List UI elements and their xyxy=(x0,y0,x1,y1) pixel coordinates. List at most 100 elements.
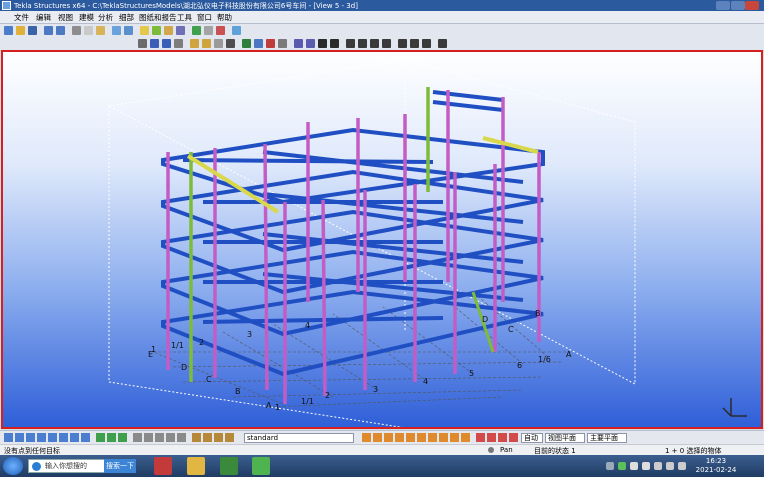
view-icon[interactable] xyxy=(112,26,121,35)
catalog-icon[interactable] xyxy=(306,39,315,48)
contour-plate-icon[interactable] xyxy=(174,39,183,48)
menu-model[interactable]: 建模 xyxy=(79,12,94,23)
undo-icon[interactable] xyxy=(44,26,53,35)
taskbar-clock[interactable]: 16:23 2021-02-24 xyxy=(694,457,738,475)
menu-analysis[interactable]: 分析 xyxy=(98,12,113,23)
snap-geometry-icon[interactable] xyxy=(373,433,382,442)
app-tekla-icon[interactable] xyxy=(154,457,172,475)
new-model-icon[interactable] xyxy=(4,26,13,35)
light-icon[interactable] xyxy=(140,26,149,35)
menu-window[interactable]: 窗口 xyxy=(197,12,212,23)
line-icon[interactable] xyxy=(330,39,339,48)
select-all-icon[interactable] xyxy=(4,433,13,442)
snap-nearest-icon[interactable] xyxy=(450,433,459,442)
tray-power-icon[interactable] xyxy=(666,462,674,470)
filter-icon[interactable] xyxy=(176,26,185,35)
select-control-icon[interactable] xyxy=(225,433,234,442)
cut-part-icon[interactable] xyxy=(266,39,275,48)
model-viewport-3d[interactable]: 1 1/1 2 3 4 5 6 1/6 1 1/1 2 3 4 A B C D … xyxy=(1,50,763,429)
numbering-icon[interactable] xyxy=(192,26,201,35)
select-surfaces-icon[interactable] xyxy=(214,433,223,442)
redo-icon[interactable] xyxy=(56,26,65,35)
bolt-icon[interactable] xyxy=(242,39,251,48)
measure-icon[interactable] xyxy=(346,39,355,48)
move-icon[interactable] xyxy=(358,39,367,48)
snap-free-icon[interactable] xyxy=(509,433,518,442)
maximize-button[interactable] xyxy=(731,1,745,10)
rotate-icon[interactable] xyxy=(370,39,379,48)
select-reinforcement-icon[interactable] xyxy=(144,433,153,442)
select-welds-icon[interactable] xyxy=(70,433,79,442)
split-icon[interactable] xyxy=(398,39,407,48)
zoom-icon[interactable] xyxy=(124,26,133,35)
concrete-beam-icon[interactable] xyxy=(214,39,223,48)
component-icon[interactable] xyxy=(294,39,303,48)
plane-type-select[interactable]: 主要平面 xyxy=(587,433,627,443)
select-assembly-icon[interactable] xyxy=(96,433,105,442)
start-button[interactable] xyxy=(3,457,23,475)
tray-input-icon[interactable] xyxy=(654,462,662,470)
weld-icon[interactable] xyxy=(254,39,263,48)
workplane-icon[interactable] xyxy=(422,39,431,48)
fitting-icon[interactable] xyxy=(278,39,287,48)
select-grid-icon[interactable] xyxy=(48,433,57,442)
app-green-icon[interactable] xyxy=(220,457,238,475)
select-details-icon[interactable] xyxy=(177,433,186,442)
select-objects-icon[interactable] xyxy=(166,433,175,442)
folder-icon[interactable] xyxy=(164,26,173,35)
beam-icon[interactable] xyxy=(150,39,159,48)
point-icon[interactable] xyxy=(318,39,327,48)
snap-endpoint-icon[interactable] xyxy=(384,433,393,442)
close-button[interactable] xyxy=(745,1,759,10)
snap-line-icon[interactable] xyxy=(439,433,448,442)
cut-icon[interactable] xyxy=(72,26,81,35)
paste-icon[interactable] xyxy=(96,26,105,35)
menu-help[interactable]: 帮助 xyxy=(217,12,232,23)
select-bolts-icon[interactable] xyxy=(81,433,90,442)
snap-reference-icon[interactable] xyxy=(362,433,371,442)
snap-override-icon[interactable] xyxy=(498,433,507,442)
select-cuts-icon[interactable] xyxy=(133,433,142,442)
menu-detailing[interactable]: 细部 xyxy=(119,12,134,23)
file-explorer-icon[interactable] xyxy=(187,457,205,475)
clash-check-icon[interactable] xyxy=(438,39,447,48)
snap-center-icon[interactable] xyxy=(395,433,404,442)
taskbar-search-button[interactable]: 搜索一下 xyxy=(104,459,136,473)
snap-midpoint-icon[interactable] xyxy=(406,433,415,442)
menu-tools[interactable]: 工具 xyxy=(177,12,192,23)
mirror-icon[interactable] xyxy=(382,39,391,48)
help-icon[interactable] xyxy=(232,26,241,35)
grid-icon[interactable] xyxy=(152,26,161,35)
report-icon[interactable] xyxy=(216,26,225,35)
pad-footing-icon[interactable] xyxy=(190,39,199,48)
tray-icon[interactable] xyxy=(606,462,614,470)
selection-filter-select[interactable]: standard xyxy=(244,433,354,443)
work-plane-select[interactable]: 视图平面 xyxy=(545,433,585,443)
tray-volume-icon[interactable] xyxy=(642,462,650,470)
select-views-icon[interactable] xyxy=(107,433,116,442)
slab-icon[interactable] xyxy=(226,39,235,48)
tray-flag-icon[interactable] xyxy=(678,462,686,470)
menu-edit[interactable]: 编辑 xyxy=(36,12,51,23)
select-points-icon[interactable] xyxy=(37,433,46,442)
select-groups-icon[interactable] xyxy=(203,433,212,442)
select-parts-icon[interactable] xyxy=(15,433,24,442)
combine-icon[interactable] xyxy=(410,39,419,48)
polybeam-icon[interactable] xyxy=(162,39,171,48)
snap-perpendicular-icon[interactable] xyxy=(428,433,437,442)
select-pours-icon[interactable] xyxy=(155,433,164,442)
save-model-icon[interactable] xyxy=(28,26,37,35)
column-icon[interactable] xyxy=(138,39,147,48)
snap-extension-icon[interactable] xyxy=(476,433,485,442)
tray-wechat-icon[interactable] xyxy=(618,462,626,470)
menu-view[interactable]: 视图 xyxy=(58,12,73,23)
copy-icon[interactable] xyxy=(84,26,93,35)
snap-mode-select[interactable]: 自动 xyxy=(521,433,543,443)
select-surface-icon[interactable] xyxy=(26,433,35,442)
minimize-button[interactable] xyxy=(716,1,730,10)
menu-file[interactable]: 文件 xyxy=(14,12,29,23)
strip-footing-icon[interactable] xyxy=(202,39,211,48)
snap-intersection-icon[interactable] xyxy=(417,433,426,442)
tools-icon[interactable] xyxy=(204,26,213,35)
select-planes-icon[interactable] xyxy=(118,433,127,442)
